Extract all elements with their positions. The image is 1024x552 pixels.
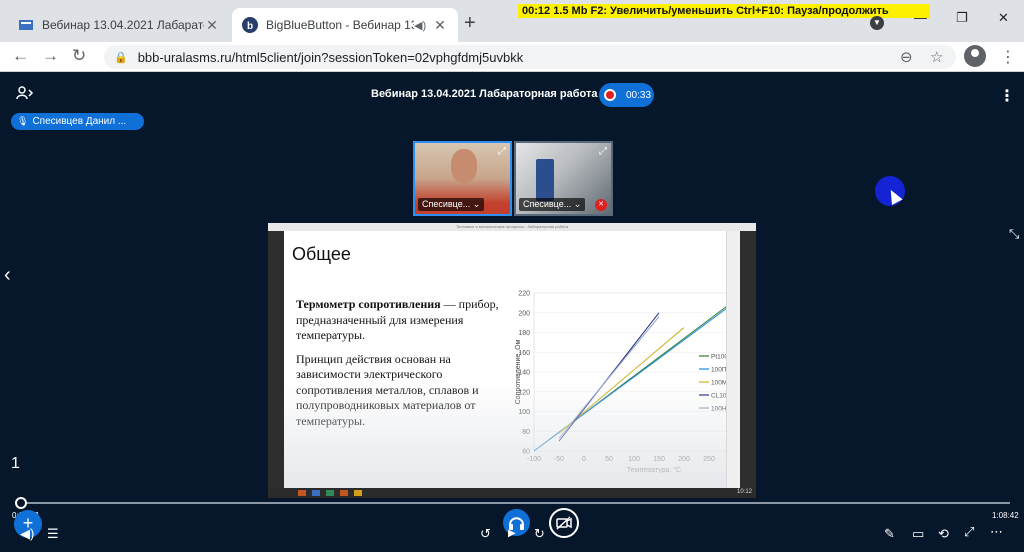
- svg-text:b: b: [247, 21, 253, 32]
- fullscreen-icon[interactable]: ⤡: [1009, 226, 1019, 242]
- taskbar-app: [326, 490, 334, 496]
- chat-icon[interactable]: ☰: [47, 526, 59, 542]
- microphone-icon: 🎙: [17, 116, 29, 126]
- y-tick-label: 180: [518, 330, 530, 337]
- webcam-tile[interactable]: ⤢ Спесивце... ⌄: [413, 141, 512, 216]
- tab-label: BigBlueButton - Вебинар 13: [266, 18, 414, 32]
- shared-window-scrollbar: [726, 231, 740, 488]
- talking-indicator[interactable]: 🎙 Спесивцев Данил ...: [11, 113, 144, 130]
- muted-microphone-icon: ✕: [595, 199, 607, 211]
- presentation-slide: Общее Термометр сопротивления — прибор, …: [284, 231, 740, 488]
- browser-tab-bigbluebutton[interactable]: b BigBlueButton - Вебинар 13 ◀) ✕: [232, 8, 458, 42]
- fullscreen-expand-icon[interactable]: ⤢: [964, 524, 974, 540]
- taskbar-app: [354, 490, 362, 496]
- tab-label: Вебинар 13.04.2021 Лабараторн: [42, 18, 204, 32]
- taskbar-app: [298, 490, 306, 496]
- recording-indicator[interactable]: 00:33: [599, 83, 654, 107]
- more-options-icon[interactable]: ⋯: [990, 524, 1003, 540]
- taskbar-app: [340, 490, 348, 496]
- camera-swap-icon[interactable]: ⟲: [938, 526, 949, 542]
- slide-shading: [284, 381, 740, 488]
- screenshare-area: Тепловые и механические процессы - Лабор…: [268, 223, 756, 498]
- address-bar: ← → ↻ 🔒 bbb-uralasms.ru/html5client/join…: [0, 42, 1024, 72]
- legend-label: 100П: [711, 367, 727, 374]
- url-input[interactable]: 🔒 bbb-uralasms.ru/html5client/join?sessi…: [104, 45, 956, 69]
- total-time: 1:08:42: [992, 511, 1019, 520]
- speaker-icon[interactable]: ◀): [414, 19, 428, 32]
- bookmark-star-icon[interactable]: ☆: [930, 48, 943, 66]
- forward-30-icon[interactable]: ↻: [534, 526, 545, 542]
- webcam-tile[interactable]: ⤢ Спесивце... ⌄ ✕: [514, 141, 613, 216]
- presentation-icon[interactable]: ▭: [912, 526, 924, 542]
- shared-window-titlebar: Тепловые и механические процессы - Лабор…: [268, 223, 756, 231]
- browser-tab-bar: Вебинар 13.04.2021 Лабараторн ✕ b BigBlu…: [0, 0, 1024, 42]
- webcam-user-name[interactable]: Спесивце... ⌄: [519, 198, 586, 211]
- browser-menu-icon[interactable]: ⋮: [1000, 47, 1016, 67]
- rewind-10-icon[interactable]: ↺: [480, 526, 491, 542]
- reload-icon[interactable]: ↻: [72, 46, 86, 66]
- minimize-button[interactable]: —: [914, 10, 927, 25]
- maximize-button[interactable]: ❐: [956, 10, 968, 26]
- slide-number: 1: [11, 455, 20, 472]
- shared-taskbar: 10:12: [268, 488, 756, 498]
- back-arrow-icon[interactable]: ←: [12, 46, 29, 66]
- forward-arrow-icon[interactable]: →: [42, 46, 59, 66]
- play-icon[interactable]: ▶: [508, 528, 516, 539]
- taskbar-app: [312, 490, 320, 496]
- webcam-user-name[interactable]: Спесивце... ⌄: [418, 198, 485, 211]
- y-tick-label: 200: [518, 310, 530, 317]
- account-avatar-icon[interactable]: [964, 45, 986, 67]
- pencil-icon[interactable]: ✎: [884, 526, 895, 542]
- close-tab-icon[interactable]: ✕: [432, 17, 448, 34]
- options-menu-icon[interactable]: ⋮: [999, 86, 1015, 106]
- slide-term: Термометр сопротивления: [296, 297, 441, 311]
- record-icon: [604, 89, 616, 101]
- close-tab-icon[interactable]: ✕: [204, 17, 220, 34]
- close-window-button[interactable]: ✕: [998, 10, 1009, 26]
- camera-off-icon: [556, 516, 572, 530]
- talking-user-name: Спесивцев Данил ...: [32, 116, 127, 127]
- recording-time: 00:33: [626, 89, 652, 101]
- users-list-toggle-icon[interactable]: [16, 86, 34, 103]
- new-tab-button[interactable]: +: [464, 12, 476, 35]
- recorder-hint-bar: 00:12 1.5 Mb F2: Увеличить/уменьшить Ctr…: [518, 4, 930, 18]
- y-tick-label: 220: [518, 291, 530, 298]
- zoom-icon[interactable]: ⊖: [900, 48, 913, 66]
- url-text: bbb-uralasms.ru/html5client/join?session…: [137, 49, 524, 65]
- expand-icon[interactable]: ⤢: [498, 146, 506, 157]
- taskbar-clock: 10:12: [736, 489, 752, 495]
- playback-progress-bar[interactable]: [20, 502, 1010, 504]
- chevron-down-icon[interactable]: ▼: [870, 16, 884, 30]
- slide-title: Общее: [292, 244, 351, 264]
- bigbluebutton-logo-icon: b: [242, 17, 258, 33]
- progress-handle[interactable]: [15, 497, 27, 509]
- volume-icon[interactable]: ◀): [20, 526, 34, 542]
- window-icon: [19, 20, 33, 30]
- meeting-title: Вебинар 13.04.2021 Лабараторная работа .…: [371, 88, 610, 100]
- expand-icon[interactable]: ⤢: [599, 146, 607, 157]
- chevron-left-icon[interactable]: ‹: [4, 264, 11, 287]
- webcam-video: [536, 159, 554, 201]
- browser-tab-webinar[interactable]: Вебинар 13.04.2021 Лабараторн ✕: [8, 8, 230, 42]
- webcam-toggle-button[interactable]: [549, 508, 579, 538]
- webcam-video: [451, 149, 477, 183]
- lock-icon[interactable]: 🔒: [114, 51, 128, 64]
